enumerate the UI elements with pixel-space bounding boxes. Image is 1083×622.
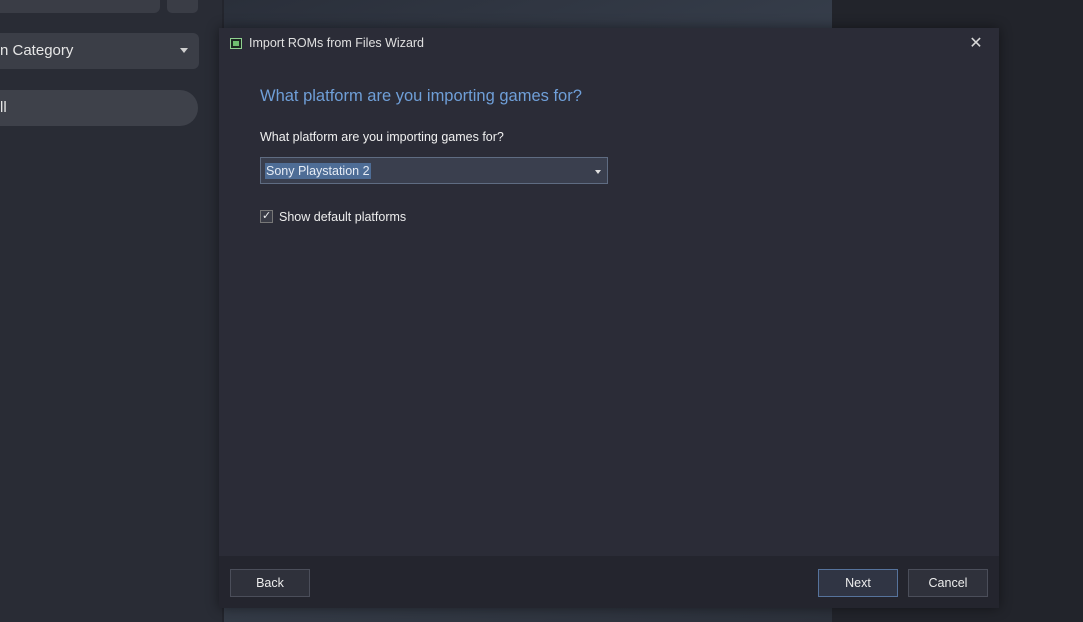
next-button[interactable]: Next <box>818 569 898 597</box>
cancel-button[interactable]: Cancel <box>908 569 988 597</box>
import-wizard-dialog: Import ROMs from Files Wizard ✕ What pla… <box>219 28 999 608</box>
check-icon: ✓ <box>262 210 272 222</box>
background-all-label: ll <box>0 99 7 116</box>
platform-label: What platform are you importing games fo… <box>260 130 504 144</box>
dialog-title: Import ROMs from Files Wizard <box>249 36 425 50</box>
chevron-down-icon <box>595 170 601 174</box>
close-icon: ✕ <box>969 35 983 52</box>
background-top-button[interactable] <box>167 0 198 13</box>
platform-selected-value: Sony Playstation 2 <box>265 163 371 179</box>
back-button[interactable]: Back <box>230 569 310 597</box>
background-sidebar: n Category ll <box>0 0 222 622</box>
background-category-label: n Category <box>0 42 74 59</box>
show-default-platforms-checkbox[interactable]: ✓ <box>260 210 273 223</box>
close-button[interactable]: ✕ <box>965 34 987 56</box>
dialog-titlebar: Import ROMs from Files Wizard ✕ <box>219 28 999 60</box>
background-category-dropdown[interactable]: n Category <box>0 33 199 69</box>
platform-select[interactable]: Sony Playstation 2 <box>260 157 608 184</box>
chevron-down-icon <box>180 48 188 53</box>
show-default-platforms-label[interactable]: Show default platforms <box>279 210 406 224</box>
dialog-footer: Back Next Cancel <box>219 556 999 608</box>
background-all-item[interactable]: ll <box>0 90 198 126</box>
page-heading: What platform are you importing games fo… <box>260 87 582 105</box>
background-search-input[interactable] <box>0 0 160 13</box>
app-icon <box>230 38 242 49</box>
